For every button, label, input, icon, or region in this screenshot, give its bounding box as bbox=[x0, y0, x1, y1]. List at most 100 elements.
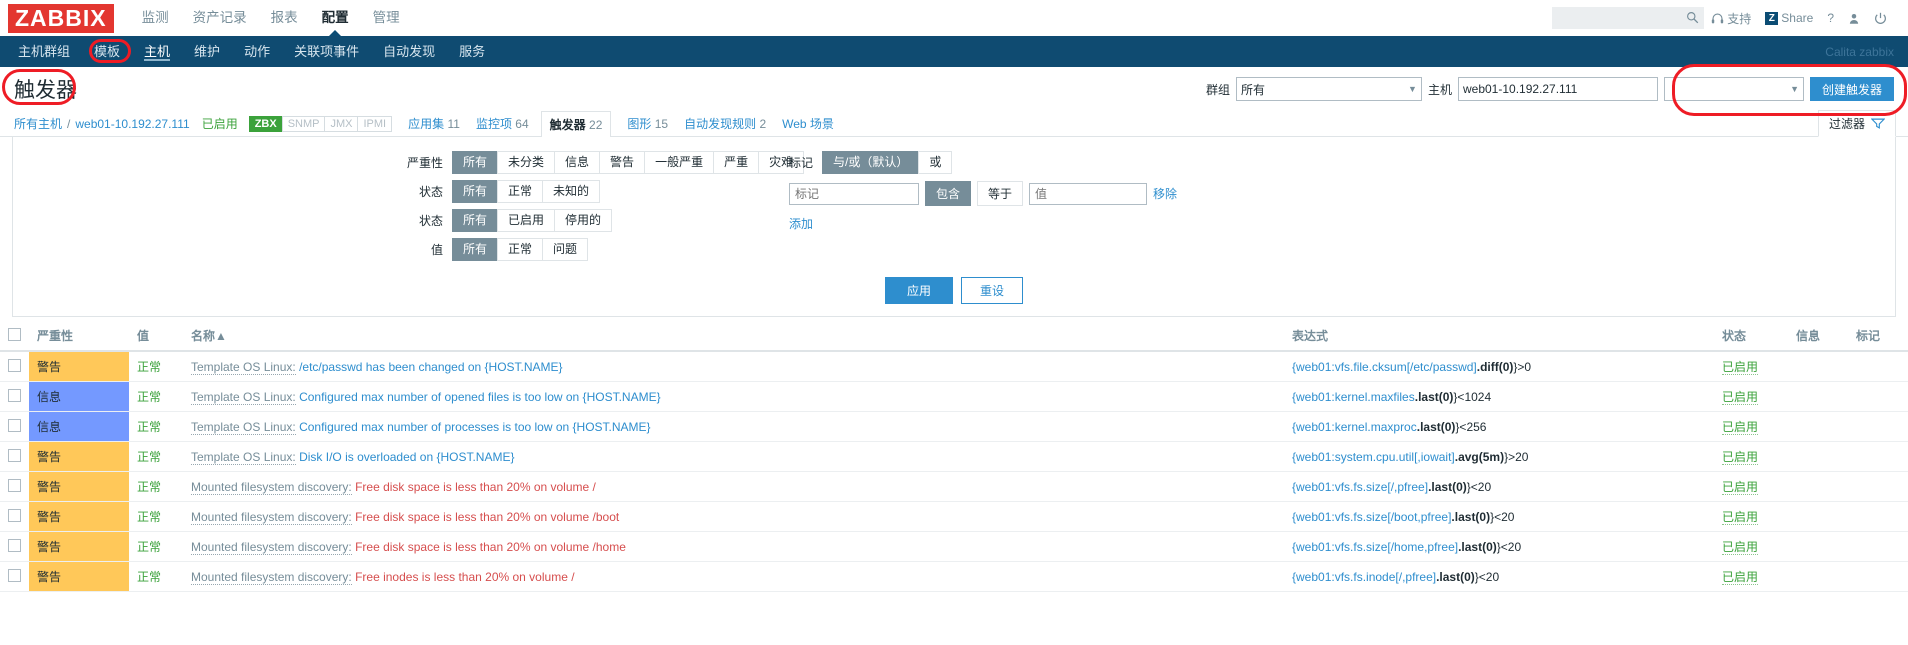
trigger-name-link[interactable]: Free inodes is less than 20% on volume / bbox=[355, 570, 574, 584]
entity-tab-web-scenarios[interactable]: Web 场景 bbox=[782, 115, 834, 132]
entity-tab-discovery-rules[interactable]: 自动发现规则 2 bbox=[684, 115, 766, 132]
global-search[interactable] bbox=[1552, 7, 1705, 29]
row-checkbox[interactable] bbox=[8, 478, 21, 492]
trigger-template-link[interactable]: Template OS Linux: bbox=[191, 389, 296, 405]
severity-option-information[interactable]: 信息 bbox=[554, 151, 601, 174]
entity-tab-applications[interactable]: 应用集 11 bbox=[408, 115, 460, 132]
tag-operator-equals[interactable]: 等于 bbox=[977, 181, 1024, 206]
reset-button[interactable]: 重设 bbox=[961, 277, 1024, 304]
help-link[interactable]: ? bbox=[1820, 11, 1841, 25]
filter-tab[interactable]: 过滤器 bbox=[1817, 110, 1896, 137]
row-checkbox[interactable] bbox=[8, 538, 21, 552]
header-status[interactable]: 状态 bbox=[1714, 321, 1788, 352]
tag-mode-and-or[interactable]: 与/或（默认） bbox=[822, 151, 920, 174]
header-severity[interactable]: 严重性 bbox=[29, 321, 129, 352]
tag-value-input[interactable] bbox=[1029, 182, 1148, 205]
trigger-name-link[interactable]: Free disk space is less than 20% on volu… bbox=[355, 480, 596, 494]
apply-button[interactable]: 应用 bbox=[884, 277, 953, 304]
sub-menu-item-actions[interactable]: 动作 bbox=[232, 36, 282, 67]
trigger-template-link[interactable]: Mounted filesystem discovery: bbox=[191, 509, 352, 525]
sub-menu-item-discovery[interactable]: 自动发现 bbox=[371, 36, 447, 67]
state-option-normal[interactable]: 正常 bbox=[497, 180, 544, 203]
tag-name-input[interactable] bbox=[789, 182, 919, 205]
protocol-badge-snmp[interactable]: SNMP bbox=[281, 115, 326, 132]
status-toggle-link[interactable]: 已启用 bbox=[1722, 510, 1759, 525]
sub-menu-item-host-groups[interactable]: 主机群组 bbox=[6, 36, 82, 67]
severity-option-all[interactable]: 所有 bbox=[452, 151, 499, 174]
main-menu-item-reports[interactable]: 报表 bbox=[259, 0, 310, 36]
header-value[interactable]: 值 bbox=[129, 321, 183, 352]
create-trigger-button[interactable]: 创建触发器 bbox=[1809, 77, 1894, 101]
trigger-template-link[interactable]: Template OS Linux: bbox=[191, 449, 296, 465]
expression-item-link[interactable]: {web01:system.cpu.util[,iowait] bbox=[1292, 450, 1455, 464]
trigger-name-link[interactable]: /etc/passwd has been changed on {HOST.NA… bbox=[299, 360, 563, 374]
trigger-name-link[interactable]: Free disk space is less than 20% on volu… bbox=[355, 510, 619, 524]
trigger-name-link[interactable]: Configured max number of processes is to… bbox=[299, 420, 651, 434]
row-checkbox[interactable] bbox=[8, 568, 21, 582]
header-name[interactable]: 名称▲ bbox=[183, 321, 1284, 352]
trigger-template-link[interactable]: Mounted filesystem discovery: bbox=[191, 479, 352, 495]
protocol-badge-ipmi[interactable]: IPMI bbox=[357, 115, 393, 132]
expression-item-link[interactable]: {web01:vfs.fs.size[/,pfree] bbox=[1292, 480, 1428, 494]
trigger-template-link[interactable]: Template OS Linux: bbox=[191, 419, 296, 435]
tag-operator-contains[interactable]: 包含 bbox=[925, 181, 972, 206]
row-checkbox[interactable] bbox=[8, 388, 21, 402]
trigger-template-link[interactable]: Mounted filesystem discovery: bbox=[191, 569, 352, 585]
group-select[interactable]: 所有 ▼ bbox=[1235, 77, 1422, 101]
sub-menu-item-correlation[interactable]: 关联项事件 bbox=[282, 36, 371, 67]
sub-menu-item-maintenance[interactable]: 维护 bbox=[182, 36, 232, 67]
row-checkbox[interactable] bbox=[8, 418, 21, 432]
sub-menu-item-templates[interactable]: 模板 bbox=[82, 36, 132, 67]
expression-item-link[interactable]: {web01:kernel.maxfiles bbox=[1292, 390, 1415, 404]
main-menu-item-administration[interactable]: 管理 bbox=[361, 0, 412, 36]
entity-tab-triggers[interactable]: 触发器 22 bbox=[540, 111, 612, 138]
expression-item-link[interactable]: {web01:vfs.fs.size[/home,pfree] bbox=[1292, 540, 1458, 554]
entity-tab-items[interactable]: 监控项 64 bbox=[476, 115, 529, 132]
value-option-all[interactable]: 所有 bbox=[452, 238, 499, 261]
expression-item-link[interactable]: {web01:vfs.file.cksum[/etc/passwd] bbox=[1292, 360, 1477, 374]
protocol-badge-jmx[interactable]: JMX bbox=[324, 115, 359, 132]
status-toggle-link[interactable]: 已启用 bbox=[1722, 540, 1759, 555]
main-menu-item-inventory[interactable]: 资产记录 bbox=[181, 0, 259, 36]
share-link[interactable]: Z Share bbox=[1758, 11, 1820, 25]
trigger-name-link[interactable]: Free disk space is less than 20% on volu… bbox=[355, 540, 626, 554]
trigger-template-link[interactable]: Mounted filesystem discovery: bbox=[191, 539, 352, 555]
protocol-badge-zbx[interactable]: ZBX bbox=[248, 115, 283, 132]
row-checkbox[interactable] bbox=[8, 508, 21, 522]
main-menu-item-configuration[interactable]: 配置 bbox=[310, 0, 361, 37]
user-profile-button[interactable] bbox=[1841, 12, 1867, 25]
tag-add-link[interactable]: 添加 bbox=[789, 215, 1177, 232]
expression-item-link[interactable]: {web01:vfs.fs.inode[/,pfree] bbox=[1292, 570, 1436, 584]
entity-tab-graphs[interactable]: 图形 15 bbox=[627, 115, 668, 132]
row-checkbox[interactable] bbox=[8, 358, 21, 372]
trigger-name-link[interactable]: Disk I/O is overloaded on {HOST.NAME} bbox=[299, 450, 514, 464]
severity-option-not-classified[interactable]: 未分类 bbox=[497, 151, 556, 174]
state-option-all[interactable]: 所有 bbox=[452, 180, 499, 203]
sub-menu-item-services[interactable]: 服务 bbox=[447, 36, 497, 67]
expression-item-link[interactable]: {web01:kernel.maxproc bbox=[1292, 420, 1417, 434]
signout-button[interactable] bbox=[1867, 12, 1894, 25]
status-toggle-link[interactable]: 已启用 bbox=[1722, 420, 1759, 435]
status-toggle-link[interactable]: 已启用 bbox=[1722, 570, 1759, 585]
status-toggle-link[interactable]: 已启用 bbox=[1722, 450, 1759, 465]
host-enabled-status[interactable]: 已启用 bbox=[202, 115, 238, 132]
main-menu-item-monitoring[interactable]: 监测 bbox=[130, 0, 181, 36]
tag-mode-or[interactable]: 或 bbox=[918, 151, 953, 174]
zabbix-logo[interactable]: ZABBIX bbox=[8, 3, 114, 33]
support-link[interactable]: 支持 bbox=[1704, 10, 1758, 27]
tag-remove-link[interactable]: 移除 bbox=[1153, 185, 1177, 202]
extra-select[interactable]: ▼ bbox=[1663, 77, 1804, 101]
breadcrumb-host[interactable]: web01-10.192.27.111 bbox=[75, 117, 189, 131]
value-option-ok[interactable]: 正常 bbox=[497, 238, 544, 261]
severity-option-warning[interactable]: 警告 bbox=[599, 151, 646, 174]
value-option-problem[interactable]: 问题 bbox=[542, 238, 589, 261]
status-toggle-link[interactable]: 已启用 bbox=[1722, 360, 1759, 375]
search-input[interactable] bbox=[1552, 7, 1705, 29]
status-option-enabled[interactable]: 已启用 bbox=[497, 209, 556, 232]
trigger-name-link[interactable]: Configured max number of opened files is… bbox=[299, 390, 661, 404]
status-toggle-link[interactable]: 已启用 bbox=[1722, 480, 1759, 495]
expression-item-link[interactable]: {web01:vfs.fs.size[/boot,pfree] bbox=[1292, 510, 1451, 524]
row-checkbox[interactable] bbox=[8, 448, 21, 462]
select-all-checkbox[interactable] bbox=[8, 327, 21, 341]
severity-option-average[interactable]: 一般严重 bbox=[644, 151, 715, 174]
